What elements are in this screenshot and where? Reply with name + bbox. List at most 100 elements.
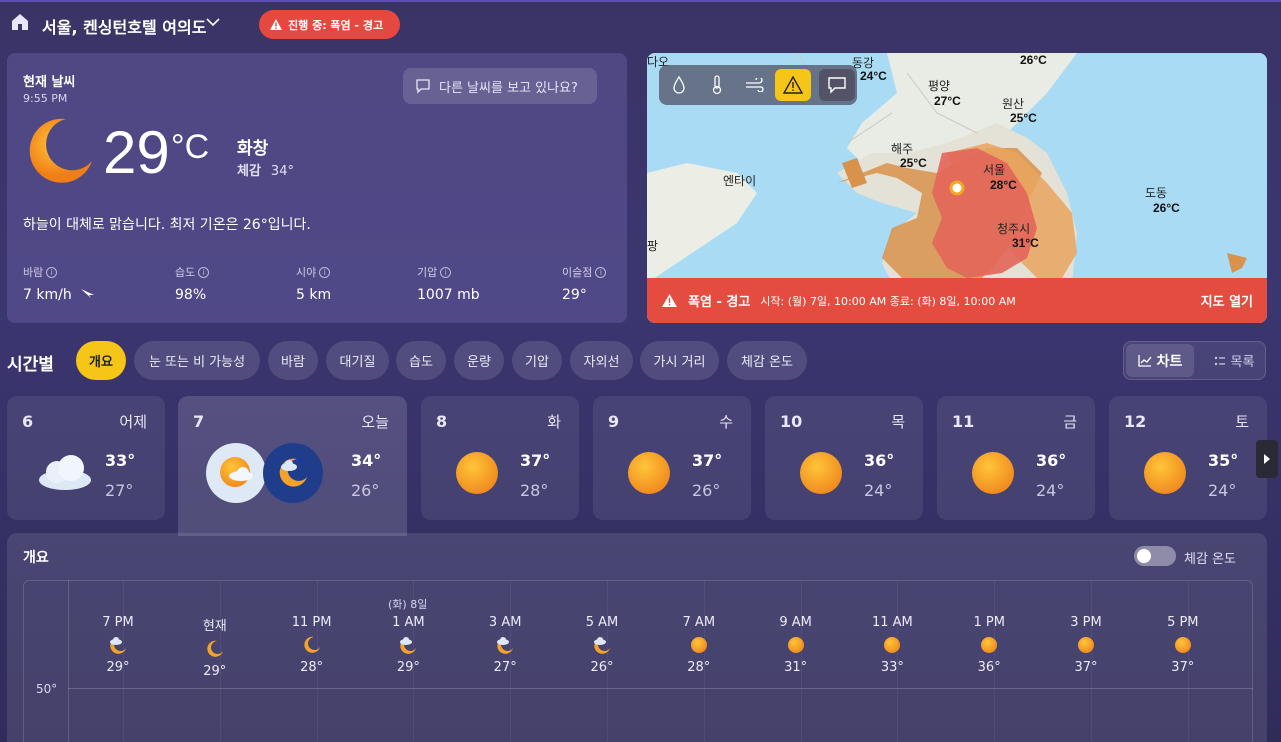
temperature-layer-button[interactable] (699, 69, 735, 101)
temperature-unit[interactable]: °C (171, 128, 209, 167)
chip-feels-like[interactable]: 체감 온도 (727, 341, 807, 380)
stat-value: 7 km/h (23, 287, 72, 303)
chip-pressure[interactable]: 기압 (512, 341, 562, 380)
sun-icon (1144, 452, 1186, 494)
hour-column[interactable]: 11 PM 28° (272, 615, 352, 675)
moon-cloud-icon (109, 636, 127, 654)
info-icon[interactable]: i (440, 266, 452, 278)
feels-like-toggle-label: 체감 온도 (1184, 552, 1236, 567)
day-low: 26° (692, 481, 721, 500)
day-low: 24° (1036, 481, 1065, 500)
hour-column[interactable]: 1 PM 36° (949, 615, 1029, 675)
chip-uv[interactable]: 자외선 (570, 341, 633, 380)
warning-icon (662, 294, 677, 307)
comment-layer-button[interactable] (819, 69, 855, 101)
day-name: 어제 (119, 413, 147, 431)
stat-value: 1007 mb (417, 287, 480, 303)
active-alert-badge[interactable]: 진행 중: 폭염 - 경고 (259, 10, 400, 39)
map-alert-title: 폭염 - 경고 (688, 295, 751, 310)
chevron-down-icon[interactable] (205, 16, 221, 32)
day-card[interactable]: 6 어제 33° 27° (7, 396, 165, 520)
moon-icon (29, 118, 92, 183)
stat-humidity: 습도 i 98% (175, 264, 210, 303)
hour-time: 1 AM (392, 615, 425, 630)
hour-column[interactable]: 7 AM 28° (659, 615, 739, 675)
day-high: 35° (1208, 451, 1239, 470)
map-label-dodong: 도동 (1145, 186, 1168, 200)
list-view-label: 목록 (1230, 355, 1255, 370)
map-alert-bar[interactable]: 폭염 - 경고 시작: (월) 7일, 10:00 AM 종료: (화) 8일,… (647, 278, 1267, 323)
view-toggle: 차트 목록 (1123, 341, 1266, 380)
weather-summary: 하늘이 대체로 맑습니다. 최저 기온은 26°입니다. (23, 217, 311, 233)
chip-humidity[interactable]: 습도 (396, 341, 446, 380)
list-view-button[interactable]: 목록 (1204, 344, 1264, 377)
chat-bubble-icon (828, 77, 846, 94)
stat-label: 시야 (296, 266, 317, 279)
sun-icon (883, 636, 901, 654)
stat-label: 기압 (417, 266, 438, 279)
day-card[interactable]: 10 목 36° 24° (765, 396, 923, 520)
current-temperature: 29 (103, 119, 170, 186)
alert-layer-button[interactable] (775, 69, 811, 101)
hour-column[interactable]: 3 PM 37° (1046, 615, 1126, 675)
chip-overview[interactable]: 개요 (76, 341, 126, 380)
current-condition: 화창 (237, 139, 269, 159)
stat-dewpoint: 이슬점 i 29° (562, 264, 607, 303)
current-weather-title: 현재 날씨 (23, 75, 76, 90)
hour-time: 7 AM (682, 615, 716, 630)
info-icon[interactable]: i (198, 266, 210, 278)
feels-like-label: 체감 (237, 164, 261, 179)
day-part-icon-sunny-cloud (206, 443, 266, 503)
chip-visibility[interactable]: 가시 거리 (640, 341, 719, 380)
chip-precipitation[interactable]: 눈 또는 비 가능성 (134, 341, 260, 380)
chart-view-button[interactable]: 차트 (1126, 344, 1194, 377)
day-card[interactable]: 8 화 37° 28° (421, 396, 579, 520)
stat-pressure: 기압 i 1007 mb (417, 264, 480, 303)
stat-value: 29° (562, 287, 587, 303)
hour-column[interactable]: 1 AM 29° (368, 615, 448, 675)
precipitation-layer-button[interactable] (661, 69, 697, 101)
next-days-button[interactable] (1256, 440, 1278, 478)
day-high: 37° (520, 451, 551, 470)
info-icon[interactable]: i (595, 266, 607, 278)
chip-air-quality[interactable]: 대기질 (326, 341, 389, 380)
hour-column[interactable]: 현재 29° (175, 615, 255, 679)
overview-title: 개요 (23, 550, 49, 566)
day-card[interactable]: 11 금 36° 24° (937, 396, 1095, 520)
hour-column[interactable]: 3 AM 27° (465, 615, 545, 675)
chip-wind[interactable]: 바람 (268, 341, 318, 380)
day-high: 37° (692, 451, 723, 470)
day-low: 28° (520, 481, 549, 500)
day-card[interactable]: 12 토 35° 24° (1109, 396, 1267, 520)
cloudy-icon (39, 455, 91, 490)
hour-column[interactable]: 5 AM 26° (562, 615, 642, 675)
location-title[interactable]: 서울, 켄싱턴호텔 여의도 (42, 14, 206, 38)
hour-column[interactable]: 7 PM 29° (78, 615, 158, 675)
hour-time: 5 AM (585, 615, 619, 630)
other-weather-button[interactable]: 다른 날씨를 보고 있나요? (403, 68, 597, 104)
hour-column[interactable]: 5 PM 37° (1143, 615, 1223, 675)
home-icon[interactable] (10, 12, 30, 32)
info-icon[interactable]: i (319, 266, 331, 278)
hour-temp: 28° (300, 660, 324, 675)
open-map-link[interactable]: 지도 열기 (1201, 291, 1253, 310)
map-temp-dodong: 26°C (1153, 201, 1180, 215)
day-low: 24° (864, 481, 893, 500)
day-card-today[interactable]: 7 오늘 34° 26° (178, 396, 407, 536)
hour-column[interactable]: 9 AM 31° (756, 615, 836, 675)
day-low: 27° (105, 481, 134, 500)
stat-value: 98% (175, 287, 207, 303)
feels-like-toggle[interactable] (1134, 546, 1176, 566)
hour-column[interactable]: 11 AM 33° (852, 615, 932, 675)
info-icon[interactable]: i (46, 266, 58, 278)
day-card[interactable]: 9 수 37° 26° (593, 396, 751, 520)
chip-cloud-cover[interactable]: 운량 (454, 341, 504, 380)
map-temp-partial: 26°C (1020, 53, 1047, 67)
wind-layer-button[interactable] (737, 69, 773, 101)
day-high: 33° (105, 451, 136, 470)
wind-direction-icon (81, 289, 95, 298)
hour-temp: 27° (493, 660, 517, 675)
map-temp-donggang: 24°C (860, 69, 887, 83)
map-temp-pyongyang: 27°C (934, 94, 961, 108)
chart-icon (1137, 354, 1152, 367)
